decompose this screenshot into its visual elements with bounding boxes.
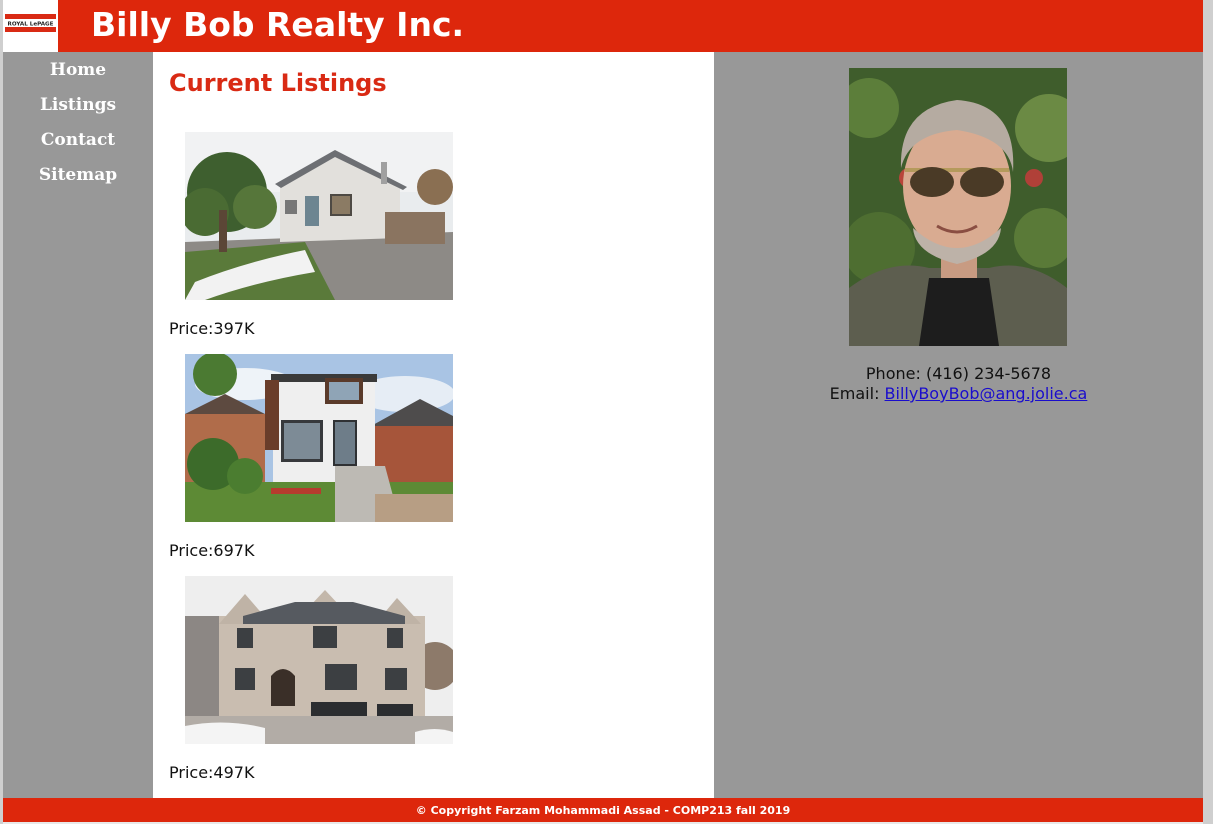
price-value: 397K	[213, 319, 255, 338]
contact-info: Phone: (416) 234-5678 Email: BillyBoyBob…	[714, 364, 1203, 404]
nav-item-sitemap[interactable]: Sitemap	[3, 158, 153, 193]
phone-label: Phone:	[865, 364, 921, 383]
email-line: Email: BillyBoyBob@ang.jolie.ca	[714, 384, 1203, 404]
modern-house-photo[interactable]	[185, 354, 453, 522]
site-header: ROYAL LePAGE Billy Bob Realty Inc.	[3, 0, 1203, 52]
nav-item-home[interactable]: Home	[3, 53, 153, 88]
bungalow-house-photo[interactable]	[185, 132, 453, 300]
price-label: Price:	[169, 541, 214, 560]
price-label: Price:	[169, 319, 214, 338]
nav-item-contact[interactable]: Contact	[3, 123, 153, 158]
logo-container[interactable]: ROYAL LePAGE	[3, 0, 58, 52]
page-frame: ROYAL LePAGE Billy Bob Realty Inc. Home …	[3, 0, 1203, 824]
listing-price: Price:697K	[169, 540, 254, 562]
price-value: 497K	[213, 763, 255, 782]
nav-item-listings[interactable]: Listings	[3, 88, 153, 123]
stone-mansion-photo[interactable]	[185, 576, 453, 744]
royal-lepage-logo: ROYAL LePAGE	[5, 14, 56, 32]
site-title: Billy Bob Realty Inc.	[91, 5, 465, 44]
phone-number: (416) 234-5678	[925, 364, 1052, 383]
agent-sidebar: Phone: (416) 234-5678 Email: BillyBoyBob…	[714, 52, 1203, 798]
page-title: Current Listings	[169, 69, 387, 97]
agent-portrait-photo[interactable]	[849, 68, 1067, 346]
site-footer: © Copyright Farzam Mohammadi Assad - COM…	[3, 798, 1203, 822]
main-content: Current Listings Price:397K Price:697K P…	[153, 52, 714, 798]
sidebar-nav: Home Listings Contact Sitemap	[3, 52, 153, 798]
price-value: 697K	[213, 541, 255, 560]
listing-price: Price:397K	[169, 318, 254, 340]
listing-price: Price:497K	[169, 762, 254, 784]
logo-text: ROYAL LePAGE	[8, 22, 54, 28]
email-link[interactable]: BillyBoyBob@ang.jolie.ca	[885, 384, 1088, 403]
price-label: Price:	[169, 763, 214, 782]
phone-line: Phone: (416) 234-5678	[714, 364, 1203, 384]
email-label: Email:	[829, 384, 880, 403]
